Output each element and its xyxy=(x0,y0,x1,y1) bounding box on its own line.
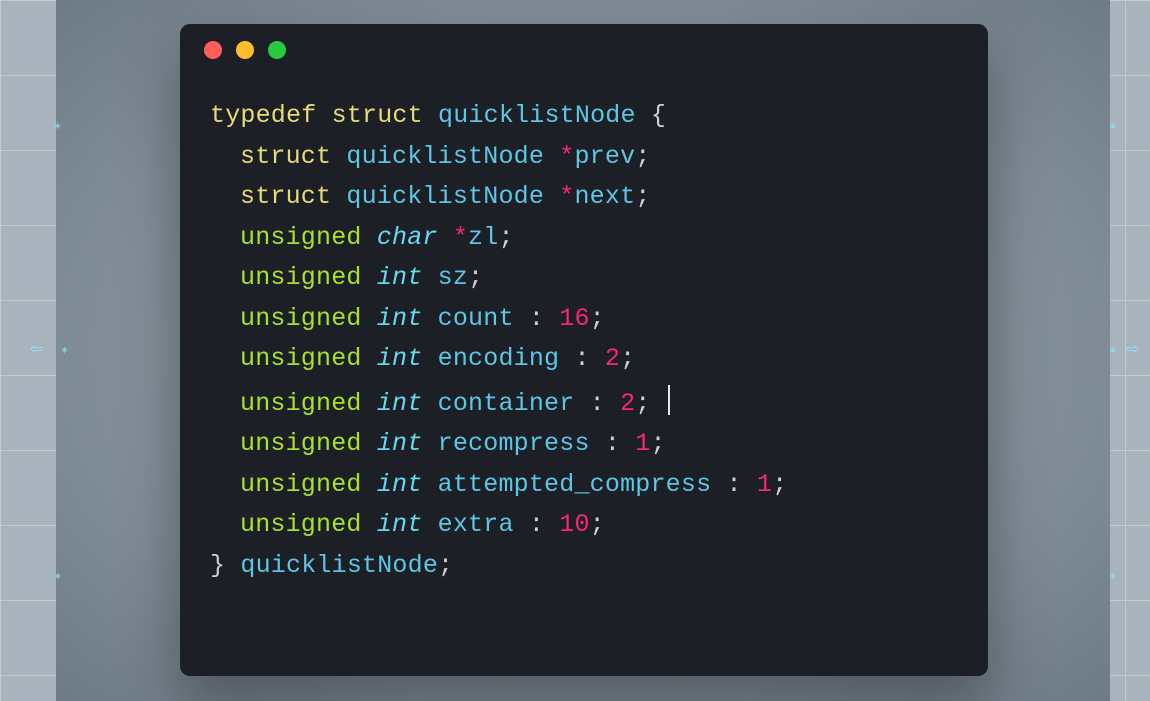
kw-struct: struct xyxy=(240,182,331,211)
field-container: container xyxy=(438,389,575,418)
close-icon[interactable] xyxy=(204,41,222,59)
field-zl: zl xyxy=(468,223,498,252)
kw-struct: struct xyxy=(332,101,423,130)
text-cursor xyxy=(668,385,670,415)
field-attempted-compress: attempted_compress xyxy=(438,470,712,499)
field-recompress: recompress xyxy=(438,429,590,458)
kw-struct: struct xyxy=(240,142,331,171)
field-next: next xyxy=(574,182,635,211)
field-encoding: encoding xyxy=(438,344,560,373)
window-titlebar xyxy=(180,24,988,76)
field-count: count xyxy=(438,304,514,333)
field-prev: prev xyxy=(574,142,635,171)
typedef-alias: quicklistNode xyxy=(240,551,438,580)
kw-typedef: typedef xyxy=(210,101,316,130)
struct-name: quicklistNode xyxy=(438,101,636,130)
minimize-icon[interactable] xyxy=(236,41,254,59)
code-window: typedef struct quicklistNode { struct qu… xyxy=(180,24,988,676)
field-sz: sz xyxy=(438,263,468,292)
code-block: typedef struct quicklistNode { struct qu… xyxy=(180,76,988,616)
zoom-icon[interactable] xyxy=(268,41,286,59)
field-extra: extra xyxy=(438,510,514,539)
